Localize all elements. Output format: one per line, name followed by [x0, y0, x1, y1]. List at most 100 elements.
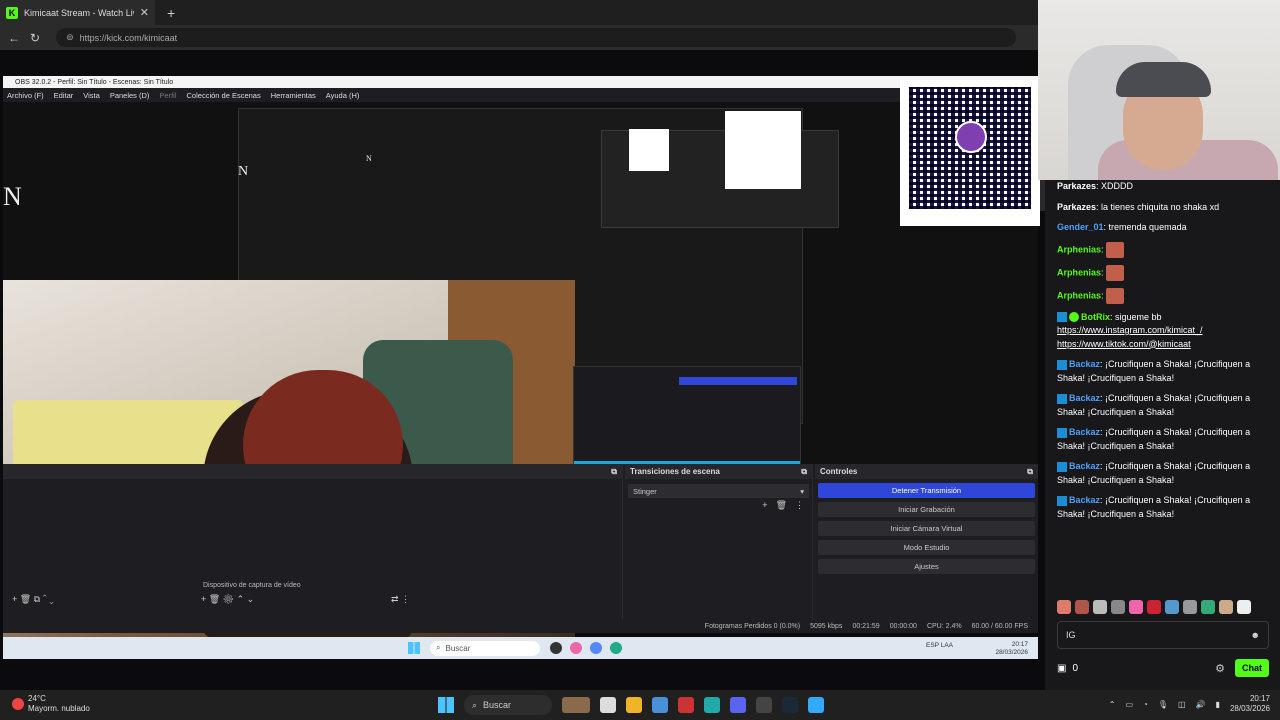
- task-view-icon[interactable]: [600, 697, 616, 713]
- emote-icon[interactable]: [1201, 600, 1215, 614]
- chat-username[interactable]: Parkazes: [1057, 202, 1096, 212]
- chat-username[interactable]: Backaz: [1069, 359, 1100, 369]
- chat-username[interactable]: Gender_01: [1057, 222, 1104, 232]
- link-icon: ⇄ ⋮: [391, 594, 411, 604]
- start-recording-button: Iniciar Grabación: [818, 502, 1035, 517]
- app-icon: [570, 642, 582, 654]
- emote-icon[interactable]: [1219, 600, 1233, 614]
- file-explorer-icon[interactable]: [626, 697, 642, 713]
- new-tab-button[interactable]: +: [167, 5, 175, 21]
- emote-icon[interactable]: [1093, 600, 1107, 614]
- close-tab-icon[interactable]: ✕: [140, 6, 149, 19]
- taskbar-search[interactable]: ⌕ Buscar: [464, 695, 552, 715]
- chevron-up-icon[interactable]: ⌃: [1109, 700, 1116, 709]
- notepad-icon[interactable]: [808, 697, 824, 713]
- battery-icon[interactable]: ▮: [1216, 700, 1220, 709]
- chat-message: Backaz: ¡Crucifiquen a Shaka! ¡Crucifiqu…: [1057, 494, 1275, 521]
- gear-icon[interactable]: ⚙: [1215, 662, 1225, 675]
- obs-app-icon: [550, 642, 562, 654]
- volume-icon[interactable]: 🔊: [1196, 700, 1206, 709]
- network-icon[interactable]: ◫: [1178, 700, 1186, 709]
- kick-badge-icon: [1057, 461, 1067, 472]
- back-icon[interactable]: ←: [8, 31, 20, 45]
- edge-icon: [610, 642, 622, 654]
- app-tray-icon[interactable]: ▭: [1125, 700, 1133, 709]
- send-chat-button[interactable]: Chat: [1235, 659, 1269, 677]
- weather-text: Mayorm. nublado: [28, 704, 90, 713]
- stream-time: 00:21:59: [852, 622, 880, 630]
- chat-message: Parkazes: XDDDD: [1057, 180, 1275, 194]
- add-icon: + 🗑 ⧉ ⌃ ⌄: [12, 594, 54, 604]
- chat-username[interactable]: Arphenias: [1057, 290, 1101, 300]
- kick-badge-icon: [1057, 312, 1067, 323]
- more-icon: ⋮: [795, 500, 804, 510]
- obs-controls-dock: Controles ⧉ Detener Transmisión Iniciar …: [815, 464, 1038, 620]
- app-icon[interactable]: [652, 697, 668, 713]
- discord-icon[interactable]: [730, 697, 746, 713]
- inner-search: ⌕ Buscar: [430, 640, 540, 656]
- chat-input-value: IG: [1066, 630, 1076, 640]
- clock[interactable]: 20:17 28/03/2026: [1230, 694, 1270, 714]
- microphone-icon[interactable]: 🎙: [1158, 700, 1168, 709]
- tiktok-link[interactable]: https://www.tiktok.com/@kimicaat: [1057, 339, 1191, 349]
- transition-select: Stinger ▾: [628, 484, 809, 498]
- chat-username[interactable]: Backaz: [1069, 393, 1100, 403]
- taskbar-apps: ⌕ Buscar: [438, 695, 824, 715]
- url-field[interactable]: ⊜ https://kick.com/kimicaat: [56, 28, 1017, 47]
- obs-menu-vista: Vista: [83, 90, 100, 100]
- instagram-link[interactable]: https://www.instagram.com/kimicat_/: [1057, 325, 1203, 335]
- search-highlight-icon: [562, 697, 590, 713]
- weather-widget[interactable]: 24°C Mayorm. nublado: [12, 694, 90, 714]
- chat-message: BotRix: sigueme bb https://www.instagram…: [1057, 311, 1275, 352]
- chat-text: : XDDDD: [1096, 181, 1134, 191]
- inner-tray: 20:17 28/03/2026: [995, 641, 1028, 657]
- inner-date: 28/03/2026: [995, 649, 1028, 656]
- screen: { "browser": { "tab_title": "Kimicaat St…: [0, 0, 1280, 720]
- emote-icon[interactable]: [1147, 600, 1161, 614]
- bitrate: 5095 kbps: [810, 622, 843, 630]
- chat-username[interactable]: BotRix: [1081, 312, 1110, 322]
- points-icon[interactable]: ▣: [1057, 663, 1066, 674]
- emote-icon[interactable]: [1075, 600, 1089, 614]
- transitions-header: Transiciones de escena ⧉: [625, 464, 812, 479]
- edge-icon[interactable]: [704, 697, 720, 713]
- transitions-title: Transiciones de escena: [630, 467, 720, 476]
- steam-icon[interactable]: [782, 697, 798, 713]
- emote-icon[interactable]: [1237, 600, 1251, 614]
- chat-username[interactable]: Arphenias: [1057, 244, 1101, 254]
- emote-icon[interactable]: [1165, 600, 1179, 614]
- obs-icon[interactable]: [756, 697, 772, 713]
- emote-icon[interactable]: [1129, 600, 1143, 614]
- stream-video[interactable]: OBS 32.0.2 - Perfil: Sin Título - Escena…: [0, 50, 1167, 690]
- chat-username[interactable]: Parkazes: [1057, 181, 1096, 191]
- emote-icon[interactable]: [1111, 600, 1125, 614]
- wps-icon[interactable]: [678, 697, 694, 713]
- kick-badge-icon: [1057, 359, 1067, 370]
- chat-username[interactable]: Arphenias: [1057, 267, 1101, 277]
- chat-username[interactable]: Backaz: [1069, 461, 1100, 471]
- chat-username[interactable]: Backaz: [1069, 427, 1100, 437]
- temperature: 24°C: [28, 694, 46, 703]
- chat-input[interactable]: IG ☻: [1057, 621, 1269, 649]
- obs-menu-perfil: Perfil: [159, 90, 177, 100]
- emote-icon[interactable]: [1183, 600, 1197, 614]
- obs-preview: N N N: [3, 102, 1167, 638]
- obs-status-bar: Fotogramas Perdidos 0 (0.0%) 5095 kbps 0…: [3, 619, 1038, 633]
- qr-code-overlay: [900, 80, 1040, 226]
- reload-icon[interactable]: ↻: [30, 31, 40, 45]
- browser-tab[interactable]: K Kimicaat Stream - Watch Live on K ✕: [0, 0, 155, 25]
- nested-obs-controls: [573, 366, 801, 474]
- inner-app-icons: [550, 642, 622, 654]
- emote-icon[interactable]: [1057, 600, 1071, 614]
- chat-username[interactable]: Backaz: [1069, 495, 1100, 505]
- emoji-icon[interactable]: ☻: [1251, 630, 1260, 640]
- chat-message: Parkazes: la tienes chiquita no shaka xd: [1057, 201, 1275, 215]
- chat-text: : la tienes chiquita no shaka xd: [1096, 201, 1220, 212]
- webcam-feed: [1038, 0, 1280, 180]
- date: 28/03/2026: [1229, 704, 1270, 713]
- inner-search-label: Buscar: [445, 643, 471, 653]
- windows-start-icon[interactable]: [438, 697, 454, 713]
- site-info-icon[interactable]: ⊜: [66, 32, 74, 43]
- inner-lang: ESP LAA: [926, 642, 953, 649]
- app-tray-icon-2[interactable]: ◔: [1143, 700, 1148, 709]
